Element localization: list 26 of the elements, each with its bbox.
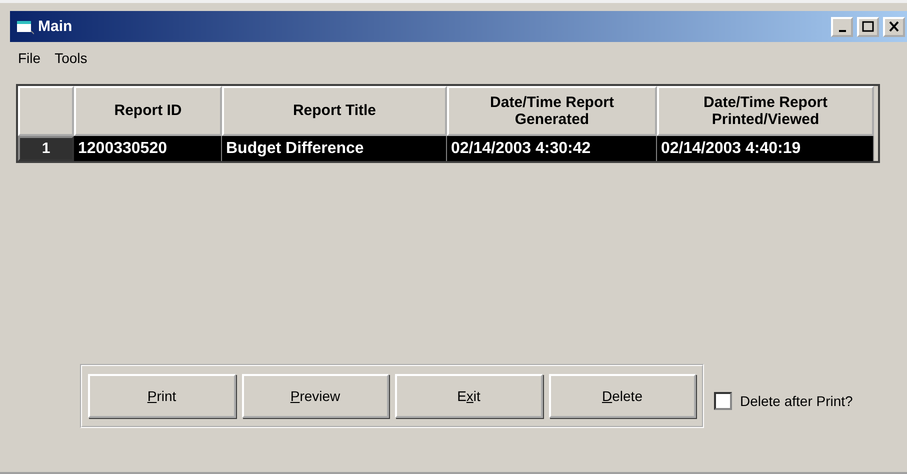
table-cell: 1200330520	[74, 136, 222, 161]
minimize-button[interactable]	[831, 16, 853, 36]
checkbox-label: Delete after Print?	[740, 393, 853, 409]
close-button[interactable]	[883, 16, 905, 36]
window-title: Main	[38, 18, 74, 35]
window-icon	[16, 18, 34, 34]
menu-item[interactable]: File	[18, 50, 41, 74]
row-header[interactable]: 1	[18, 136, 74, 161]
minimize-icon	[838, 30, 846, 32]
column-header[interactable]: Report ID	[74, 86, 222, 136]
table-cell: Budget Difference	[222, 136, 447, 161]
maximize-button[interactable]	[857, 16, 879, 36]
table-cell: 02/14/2003 4:40:19	[657, 136, 874, 161]
action-button[interactable]: Preview	[242, 374, 389, 418]
menu-item[interactable]: Tools	[54, 50, 88, 74]
action-button[interactable]: Print	[88, 374, 236, 418]
action-button[interactable]: Delete	[548, 374, 696, 418]
table-cell: 02/14/2003 4:30:42	[447, 136, 657, 161]
column-header[interactable]: Date/Time Report Printed/Viewed	[657, 86, 874, 136]
column-header[interactable]: Date/Time Report Generated	[447, 86, 657, 136]
checkbox[interactable]	[714, 392, 732, 410]
close-icon	[887, 20, 901, 33]
corner-header	[18, 86, 74, 136]
action-button[interactable]: Exit	[395, 374, 542, 418]
maximize-icon	[861, 20, 875, 33]
column-header[interactable]: Report Title	[222, 86, 447, 136]
